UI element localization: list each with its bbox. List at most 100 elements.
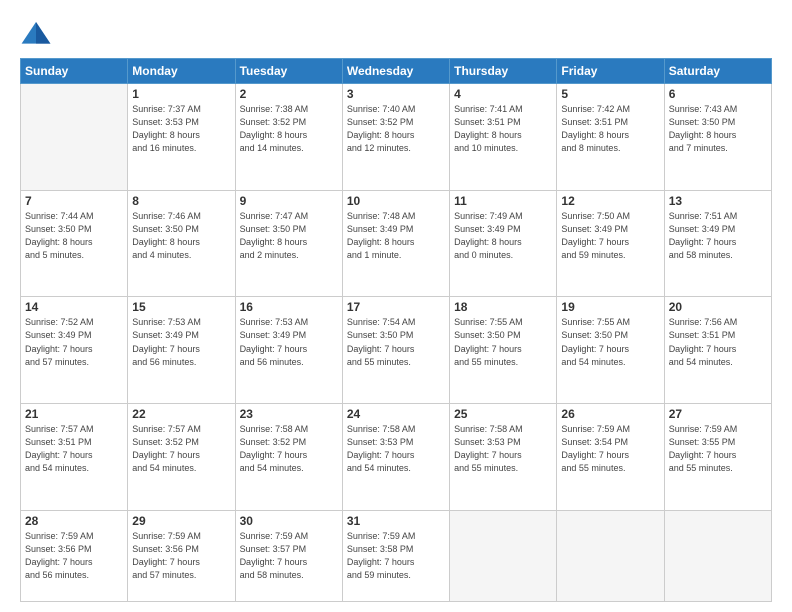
calendar-cell: 31 Sunrise: 7:59 AMSunset: 3:58 PMDayligh… bbox=[342, 510, 449, 601]
calendar-cell bbox=[450, 510, 557, 601]
day-number: 24 bbox=[347, 407, 445, 421]
calendar-cell: 9 Sunrise: 7:47 AMSunset: 3:50 PMDaylight… bbox=[235, 190, 342, 297]
day-info: Sunrise: 7:57 AMSunset: 3:51 PMDaylight:… bbox=[25, 423, 123, 475]
day-number: 8 bbox=[132, 194, 230, 208]
week-row: 1 Sunrise: 7:37 AMSunset: 3:53 PMDaylight… bbox=[21, 84, 772, 191]
calendar-cell bbox=[21, 84, 128, 191]
day-number: 28 bbox=[25, 514, 123, 528]
day-number: 5 bbox=[561, 87, 659, 101]
calendar-cell: 2 Sunrise: 7:38 AMSunset: 3:52 PMDaylight… bbox=[235, 84, 342, 191]
day-info: Sunrise: 7:44 AMSunset: 3:50 PMDaylight:… bbox=[25, 210, 123, 262]
day-number: 29 bbox=[132, 514, 230, 528]
calendar-cell: 13Sunrise: 7:51 AMSunset: 3:49 PMDayligh… bbox=[664, 190, 771, 297]
calendar-cell: 3Sunrise: 7:40 AMSunset: 3:52 PMDaylight… bbox=[342, 84, 449, 191]
day-number: 27 bbox=[669, 407, 767, 421]
day-info: Sunrise: 7:59 AMSunset: 3:57 PMDaylight:… bbox=[240, 530, 338, 582]
day-info: Sunrise: 7:38 AMSunset: 3:52 PMDaylight:… bbox=[240, 103, 338, 155]
day-info: Sunrise: 7:59 AMSunset: 3:56 PMDaylight:… bbox=[132, 530, 230, 582]
day-number: 21 bbox=[25, 407, 123, 421]
calendar-cell: 22 Sunrise: 7:57 AMSunset: 3:52 PMDayligh… bbox=[128, 404, 235, 511]
calendar-cell: 25Sunrise: 7:58 AMSunset: 3:53 PMDayligh… bbox=[450, 404, 557, 511]
weekday-header: Wednesday bbox=[342, 59, 449, 84]
calendar-cell: 15 Sunrise: 7:53 AMSunset: 3:49 PMDayligh… bbox=[128, 297, 235, 404]
calendar-cell: 12 Sunrise: 7:50 AMSunset: 3:49 PMDayligh… bbox=[557, 190, 664, 297]
day-number: 2 bbox=[240, 87, 338, 101]
day-info: Sunrise: 7:42 AMSunset: 3:51 PMDaylight:… bbox=[561, 103, 659, 155]
day-number: 7 bbox=[25, 194, 123, 208]
day-number: 10 bbox=[347, 194, 445, 208]
weekday-header: Tuesday bbox=[235, 59, 342, 84]
calendar-cell: 23 Sunrise: 7:58 AMSunset: 3:52 PMDayligh… bbox=[235, 404, 342, 511]
day-info: Sunrise: 7:58 AMSunset: 3:53 PMDaylight:… bbox=[347, 423, 445, 475]
day-info: Sunrise: 7:49 AMSunset: 3:49 PMDaylight:… bbox=[454, 210, 552, 262]
weekday-header-row: SundayMondayTuesdayWednesdayThursdayFrid… bbox=[21, 59, 772, 84]
day-info: Sunrise: 7:52 AMSunset: 3:49 PMDaylight:… bbox=[25, 316, 123, 368]
day-info: Sunrise: 7:59 AMSunset: 3:56 PMDaylight:… bbox=[25, 530, 123, 582]
day-number: 9 bbox=[240, 194, 338, 208]
day-number: 25 bbox=[454, 407, 552, 421]
day-info: Sunrise: 7:59 AMSunset: 3:55 PMDaylight:… bbox=[669, 423, 767, 475]
day-info: Sunrise: 7:46 AMSunset: 3:50 PMDaylight:… bbox=[132, 210, 230, 262]
day-info: Sunrise: 7:56 AMSunset: 3:51 PMDaylight:… bbox=[669, 316, 767, 368]
calendar-cell: 7 Sunrise: 7:44 AMSunset: 3:50 PMDaylight… bbox=[21, 190, 128, 297]
day-number: 11 bbox=[454, 194, 552, 208]
day-info: Sunrise: 7:50 AMSunset: 3:49 PMDaylight:… bbox=[561, 210, 659, 262]
calendar-cell: 11 Sunrise: 7:49 AMSunset: 3:49 PMDayligh… bbox=[450, 190, 557, 297]
day-number: 15 bbox=[132, 300, 230, 314]
day-number: 6 bbox=[669, 87, 767, 101]
calendar-cell: 27 Sunrise: 7:59 AMSunset: 3:55 PMDayligh… bbox=[664, 404, 771, 511]
calendar-cell: 30 Sunrise: 7:59 AMSunset: 3:57 PMDayligh… bbox=[235, 510, 342, 601]
day-number: 16 bbox=[240, 300, 338, 314]
logo bbox=[20, 18, 56, 50]
day-info: Sunrise: 7:53 AMSunset: 3:49 PMDaylight:… bbox=[132, 316, 230, 368]
day-number: 23 bbox=[240, 407, 338, 421]
calendar-cell bbox=[557, 510, 664, 601]
day-info: Sunrise: 7:51 AMSunset: 3:49 PMDaylight:… bbox=[669, 210, 767, 262]
calendar-cell: 5 Sunrise: 7:42 AMSunset: 3:51 PMDaylight… bbox=[557, 84, 664, 191]
day-info: Sunrise: 7:59 AMSunset: 3:54 PMDaylight:… bbox=[561, 423, 659, 475]
weekday-header: Friday bbox=[557, 59, 664, 84]
calendar-cell: 4 Sunrise: 7:41 AMSunset: 3:51 PMDaylight… bbox=[450, 84, 557, 191]
day-info: Sunrise: 7:37 AMSunset: 3:53 PMDaylight:… bbox=[132, 103, 230, 155]
calendar-cell: 8 Sunrise: 7:46 AMSunset: 3:50 PMDaylight… bbox=[128, 190, 235, 297]
weekday-header: Saturday bbox=[664, 59, 771, 84]
calendar-cell: 19 Sunrise: 7:55 AMSunset: 3:50 PMDayligh… bbox=[557, 297, 664, 404]
day-number: 19 bbox=[561, 300, 659, 314]
day-info: Sunrise: 7:59 AMSunset: 3:58 PMDaylight:… bbox=[347, 530, 445, 582]
day-info: Sunrise: 7:55 AMSunset: 3:50 PMDaylight:… bbox=[561, 316, 659, 368]
calendar-cell bbox=[664, 510, 771, 601]
day-info: Sunrise: 7:40 AMSunset: 3:52 PMDaylight:… bbox=[347, 103, 445, 155]
day-info: Sunrise: 7:58 AMSunset: 3:52 PMDaylight:… bbox=[240, 423, 338, 475]
day-number: 30 bbox=[240, 514, 338, 528]
day-info: Sunrise: 7:48 AMSunset: 3:49 PMDaylight:… bbox=[347, 210, 445, 262]
week-row: 7 Sunrise: 7:44 AMSunset: 3:50 PMDaylight… bbox=[21, 190, 772, 297]
calendar-cell: 24 Sunrise: 7:58 AMSunset: 3:53 PMDayligh… bbox=[342, 404, 449, 511]
day-number: 22 bbox=[132, 407, 230, 421]
day-info: Sunrise: 7:53 AMSunset: 3:49 PMDaylight:… bbox=[240, 316, 338, 368]
day-info: Sunrise: 7:55 AMSunset: 3:50 PMDaylight:… bbox=[454, 316, 552, 368]
day-number: 18 bbox=[454, 300, 552, 314]
calendar-cell: 1 Sunrise: 7:37 AMSunset: 3:53 PMDaylight… bbox=[128, 84, 235, 191]
day-number: 31 bbox=[347, 514, 445, 528]
day-number: 17 bbox=[347, 300, 445, 314]
day-info: Sunrise: 7:47 AMSunset: 3:50 PMDaylight:… bbox=[240, 210, 338, 262]
calendar-cell: 21 Sunrise: 7:57 AMSunset: 3:51 PMDayligh… bbox=[21, 404, 128, 511]
day-number: 14 bbox=[25, 300, 123, 314]
calendar: SundayMondayTuesdayWednesdayThursdayFrid… bbox=[20, 58, 772, 602]
week-row: 14 Sunrise: 7:52 AMSunset: 3:49 PMDayligh… bbox=[21, 297, 772, 404]
day-number: 20 bbox=[669, 300, 767, 314]
week-row: 21 Sunrise: 7:57 AMSunset: 3:51 PMDayligh… bbox=[21, 404, 772, 511]
calendar-cell: 17 Sunrise: 7:54 AMSunset: 3:50 PMDayligh… bbox=[342, 297, 449, 404]
day-info: Sunrise: 7:41 AMSunset: 3:51 PMDaylight:… bbox=[454, 103, 552, 155]
day-number: 26 bbox=[561, 407, 659, 421]
week-row: 28 Sunrise: 7:59 AMSunset: 3:56 PMDayligh… bbox=[21, 510, 772, 601]
day-info: Sunrise: 7:57 AMSunset: 3:52 PMDaylight:… bbox=[132, 423, 230, 475]
day-number: 4 bbox=[454, 87, 552, 101]
calendar-cell: 26 Sunrise: 7:59 AMSunset: 3:54 PMDayligh… bbox=[557, 404, 664, 511]
day-number: 12 bbox=[561, 194, 659, 208]
day-info: Sunrise: 7:54 AMSunset: 3:50 PMDaylight:… bbox=[347, 316, 445, 368]
day-number: 1 bbox=[132, 87, 230, 101]
calendar-cell: 14 Sunrise: 7:52 AMSunset: 3:49 PMDayligh… bbox=[21, 297, 128, 404]
weekday-header: Thursday bbox=[450, 59, 557, 84]
logo-icon bbox=[20, 18, 52, 50]
